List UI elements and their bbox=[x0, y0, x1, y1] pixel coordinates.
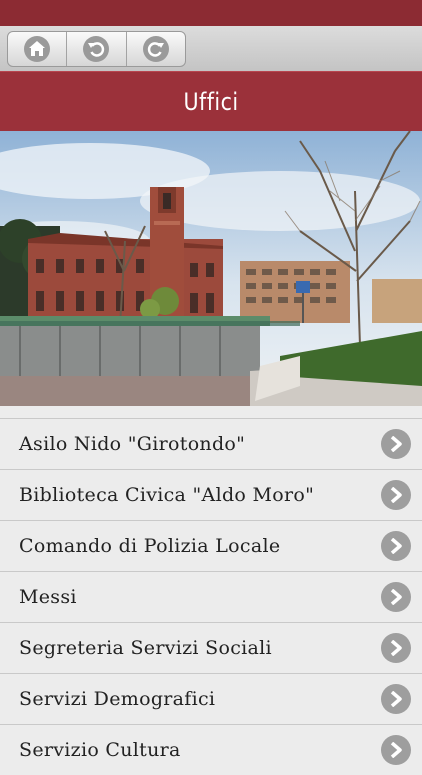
list-item[interactable]: Segreteria Servizi Sociali bbox=[0, 622, 422, 673]
list-item-label: Biblioteca Civica "Aldo Moro" bbox=[19, 484, 315, 506]
list-item-label: Servizi Demografici bbox=[19, 688, 216, 710]
chevron-right-icon bbox=[381, 735, 411, 765]
back-button[interactable] bbox=[67, 32, 127, 66]
chevron-right-icon bbox=[381, 684, 411, 714]
offices-list: Asilo Nido "Girotondo" Biblioteca Civica… bbox=[0, 418, 422, 775]
list-item[interactable]: Messi bbox=[0, 571, 422, 622]
list-item[interactable]: Biblioteca Civica "Aldo Moro" bbox=[0, 469, 422, 520]
toolbar bbox=[0, 26, 422, 72]
list-item-label: Comando di Polizia Locale bbox=[19, 535, 281, 557]
refresh-button[interactable] bbox=[127, 32, 185, 66]
list-item-label: Messi bbox=[19, 586, 77, 608]
town-hall-photo bbox=[0, 131, 422, 406]
nav-button-group bbox=[7, 31, 186, 67]
list-item[interactable]: Servizi Demografici bbox=[0, 673, 422, 724]
home-icon bbox=[24, 36, 51, 62]
title-bar: Uffici bbox=[0, 71, 422, 132]
chevron-right-icon bbox=[381, 429, 411, 459]
page-title: Uffici bbox=[183, 88, 239, 116]
chevron-right-icon bbox=[381, 582, 411, 612]
list-item[interactable]: Asilo Nido "Girotondo" bbox=[0, 418, 422, 469]
list-item[interactable]: Comando di Polizia Locale bbox=[0, 520, 422, 571]
back-icon bbox=[83, 36, 110, 62]
list-item-label: Asilo Nido "Girotondo" bbox=[19, 433, 246, 455]
chevron-right-icon bbox=[381, 480, 411, 510]
chevron-right-icon bbox=[381, 531, 411, 561]
chevron-right-icon bbox=[381, 633, 411, 663]
status-bar bbox=[0, 0, 422, 26]
home-button[interactable] bbox=[8, 32, 68, 66]
list-item-label: Servizio Cultura bbox=[19, 739, 181, 761]
refresh-icon bbox=[142, 36, 169, 62]
list-item-label: Segreteria Servizi Sociali bbox=[19, 637, 272, 659]
